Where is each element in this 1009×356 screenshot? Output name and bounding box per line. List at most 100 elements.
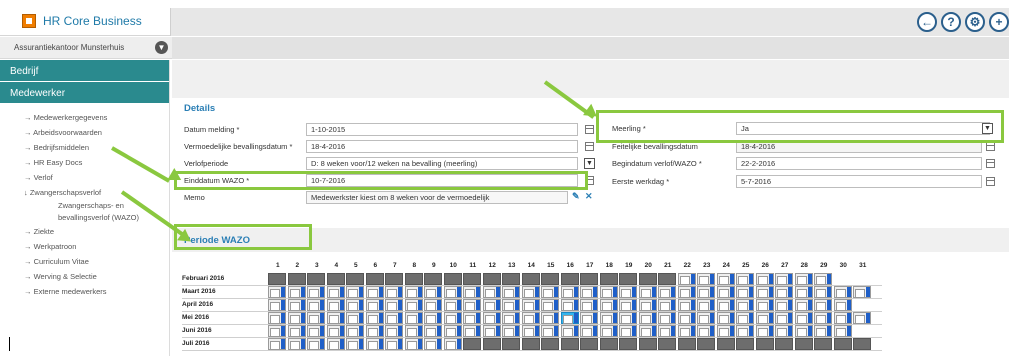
calendar-day-cell[interactable] (541, 299, 559, 311)
vermoedelijke-bevallingsdatum-input[interactable]: 18-4-2016 (306, 140, 578, 153)
calendar-day-cell[interactable] (443, 338, 462, 350)
calendar-day-cell[interactable] (697, 286, 715, 298)
company-dropdown-icon[interactable]: ▼ (155, 41, 168, 54)
calendar-day-cell[interactable] (482, 299, 501, 311)
calendar-day-cell[interactable] (365, 325, 384, 337)
calendar-day-cell[interactable] (385, 312, 403, 324)
calendar-day-cell[interactable] (658, 286, 676, 298)
calendar-day-cell[interactable] (619, 325, 637, 337)
calendar-day-cell[interactable] (463, 325, 481, 337)
sidebar-item-verlof[interactable]: → Verlof (0, 170, 169, 185)
calendar-day-cell[interactable] (580, 299, 598, 311)
calendar-icon[interactable] (585, 125, 594, 134)
calendar-day-cell[interactable] (736, 299, 754, 311)
calendar-day-cell[interactable] (307, 286, 325, 298)
calendar-day-cell[interactable] (326, 338, 345, 350)
calendar-day-cell[interactable] (599, 325, 618, 337)
calendar-day-cell[interactable] (287, 299, 306, 311)
calendar-day-cell[interactable] (716, 286, 735, 298)
calendar-day-cell[interactable] (482, 325, 501, 337)
calendar-day-cell[interactable] (365, 299, 384, 311)
calendar-day-cell[interactable] (716, 273, 735, 285)
calendar-day-cell[interactable] (346, 325, 364, 337)
calendar-day-cell[interactable] (326, 299, 345, 311)
calendar-day-cell[interactable] (502, 299, 520, 311)
calendar-day-cell[interactable] (677, 286, 696, 298)
calendar-day-cell[interactable] (560, 286, 579, 298)
calendar-day-cell[interactable] (794, 325, 813, 337)
calendar-day-cell[interactable] (775, 325, 793, 337)
calendar-day-cell[interactable] (833, 286, 852, 298)
calendar-day-cell[interactable] (463, 299, 481, 311)
calendar-day-cell[interactable] (814, 273, 832, 285)
calendar-day-cell[interactable] (794, 286, 813, 298)
calendar-day-cell[interactable] (775, 312, 793, 324)
calendar-day-cell[interactable] (346, 312, 364, 324)
sidebar-item-externe-medewerkers[interactable]: → Externe medewerkers (0, 284, 169, 299)
calendar-day-cell[interactable] (658, 325, 676, 337)
datum-melding-input[interactable]: 1-10-2015 (306, 123, 578, 136)
begindatum-verlof-input[interactable]: 22-2-2016 (736, 157, 982, 170)
calendar-day-cell[interactable] (619, 299, 637, 311)
calendar-day-cell[interactable] (833, 325, 852, 337)
calendar-day-cell[interactable] (268, 312, 286, 324)
calendar-day-cell[interactable] (775, 273, 793, 285)
calendar-day-cell[interactable] (268, 286, 286, 298)
calendar-day-cell[interactable] (521, 299, 540, 311)
calendar-day-cell[interactable] (599, 299, 618, 311)
calendar-day-cell[interactable] (326, 312, 345, 324)
calendar-day-cell[interactable] (287, 338, 306, 350)
calendar-day-cell[interactable] (716, 312, 735, 324)
calendar-day-cell[interactable] (268, 299, 286, 311)
sidebar-item-medewerkergegevens[interactable]: → Medewerkergegevens (0, 110, 169, 125)
calendar-day-cell[interactable] (638, 286, 657, 298)
sidebar-item-zwangerschapsverlof[interactable]: ↓ Zwangerschapsverlof (0, 185, 169, 200)
calendar-day-cell[interactable] (677, 299, 696, 311)
close-icon[interactable]: ✕ (585, 191, 593, 202)
calendar-day-cell[interactable] (677, 273, 696, 285)
calendar-day-cell[interactable] (658, 312, 676, 324)
calendar-icon[interactable] (986, 159, 995, 168)
calendar-icon[interactable] (986, 177, 995, 186)
calendar-day-cell[interactable] (443, 325, 462, 337)
calendar-day-cell[interactable] (521, 312, 540, 324)
calendar-day-cell[interactable] (755, 273, 774, 285)
calendar-day-cell[interactable] (814, 325, 832, 337)
calendar-day-cell[interactable] (658, 299, 676, 311)
calendar-day-cell[interactable] (404, 325, 423, 337)
calendar-day-cell[interactable] (502, 325, 520, 337)
calendar-day-cell[interactable] (677, 312, 696, 324)
calendar-day-cell[interactable] (346, 338, 364, 350)
calendar-day-cell[interactable] (775, 299, 793, 311)
sidebar-group-bedrijf[interactable]: Bedrijf (0, 60, 169, 82)
calendar-day-cell[interactable] (677, 325, 696, 337)
calendar-day-cell[interactable] (599, 286, 618, 298)
calendar-day-cell[interactable] (755, 325, 774, 337)
calendar-day-cell[interactable] (482, 286, 501, 298)
calendar-day-cell[interactable] (443, 286, 462, 298)
verlofperiode-select[interactable]: D: 8 weken voor/12 weken na bevalling (m… (306, 157, 578, 170)
calendar-day-cell[interactable] (424, 338, 442, 350)
calendar-day-cell[interactable] (541, 325, 559, 337)
calendar-day-cell[interactable] (502, 312, 520, 324)
calendar-day-cell[interactable] (443, 312, 462, 324)
sidebar-item-ziekte[interactable]: → Ziekte (0, 224, 169, 239)
calendar-day-cell[interactable] (463, 286, 481, 298)
calendar-day-cell[interactable] (307, 338, 325, 350)
calendar-day-cell[interactable] (716, 325, 735, 337)
calendar-day-cell[interactable] (404, 312, 423, 324)
calendar-day-cell[interactable] (580, 325, 598, 337)
edit-icon[interactable]: ✎ (572, 191, 580, 202)
sidebar-item-werkpatroon[interactable]: → Werkpatroon (0, 239, 169, 254)
calendar-day-cell[interactable] (794, 273, 813, 285)
calendar-day-cell[interactable] (385, 286, 403, 298)
calendar-day-cell[interactable] (638, 312, 657, 324)
calendar-day-cell[interactable] (580, 286, 598, 298)
calendar-day-cell[interactable] (365, 286, 384, 298)
calendar-day-cell[interactable] (794, 312, 813, 324)
calendar-day-cell[interactable] (755, 312, 774, 324)
calendar-day-cell[interactable] (599, 312, 618, 324)
calendar-day-cell[interactable] (307, 299, 325, 311)
back-arrow-icon[interactable]: ← (917, 12, 937, 32)
calendar-day-cell[interactable] (638, 325, 657, 337)
